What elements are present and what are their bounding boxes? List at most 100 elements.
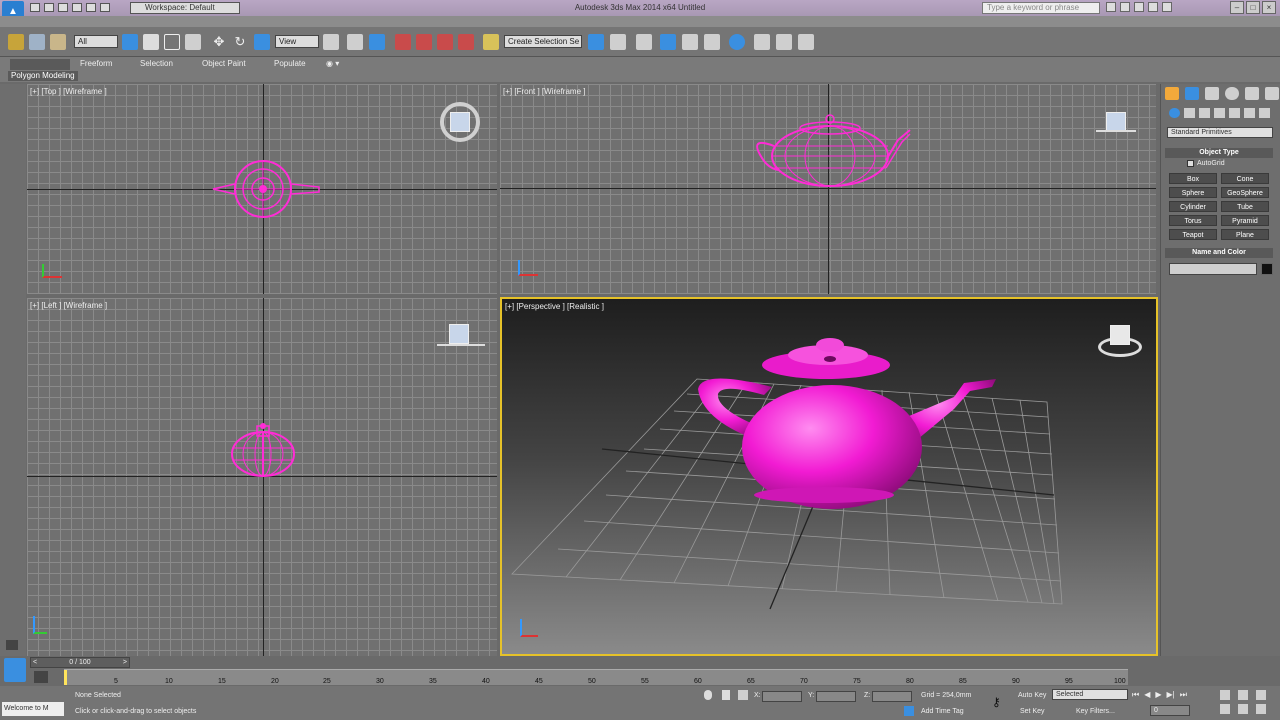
select-manipulate-icon[interactable] <box>347 34 363 50</box>
key-filters-button[interactable]: Key Filters... <box>1076 708 1115 715</box>
mirror-icon[interactable] <box>588 34 604 50</box>
auto-key-button[interactable]: Auto Key <box>1018 692 1046 699</box>
ribbon-tab-populate[interactable]: Populate <box>274 59 306 68</box>
sphere-button[interactable]: Sphere <box>1169 187 1217 198</box>
selection-filter-dropdown[interactable]: All <box>74 35 118 48</box>
viewport-top[interactable]: [+] [Top ] [Wireframe ] <box>27 84 497 294</box>
track-bar[interactable]: 5 10 15 20 25 30 35 40 45 50 55 60 65 70… <box>64 669 1128 685</box>
viewcube-front[interactable] <box>1096 108 1136 138</box>
motion-tab-icon[interactable] <box>1225 87 1239 100</box>
polygon-modeling-panel[interactable]: Polygon Modeling <box>8 71 78 81</box>
maximize-button[interactable]: □ <box>1246 1 1260 14</box>
go-to-start-icon[interactable]: ⏮ <box>1132 690 1139 700</box>
open-file-icon[interactable] <box>44 3 54 12</box>
curve-editor-icon[interactable] <box>682 34 698 50</box>
viewport-front[interactable]: [+] [Front ] [Wireframe ] <box>500 84 1156 294</box>
play-icon[interactable]: ▶ <box>1155 690 1161 700</box>
snaps-toggle-icon[interactable] <box>395 34 411 50</box>
hierarchy-tab-icon[interactable] <box>1205 87 1219 100</box>
object-name-field[interactable] <box>1169 263 1257 275</box>
save-icon[interactable] <box>58 3 68 12</box>
teapot-3d-model[interactable] <box>502 299 1156 654</box>
close-button[interactable]: × <box>1262 1 1276 14</box>
geometry-icon[interactable] <box>1169 108 1180 118</box>
object-color-swatch[interactable] <box>1261 263 1273 275</box>
star-icon[interactable] <box>1148 2 1158 12</box>
ribbon-tab-modeling[interactable] <box>10 59 70 70</box>
select-and-link-icon[interactable] <box>8 34 24 50</box>
display-tab-icon[interactable] <box>1245 87 1259 100</box>
zoom-extents-icon[interactable] <box>1256 690 1266 700</box>
viewport-perspective[interactable]: [+] [Perspective ] [Realistic ] <box>500 297 1158 656</box>
window-crossing-icon[interactable] <box>185 34 201 50</box>
viewcube-perspective[interactable] <box>1096 323 1146 363</box>
edit-named-selection-icon[interactable] <box>483 34 499 50</box>
material-editor-icon[interactable] <box>729 34 745 50</box>
percent-snap-icon[interactable] <box>437 34 453 50</box>
move-icon[interactable]: ✥ <box>211 34 227 50</box>
select-by-name-icon[interactable] <box>143 34 159 50</box>
signin-icon[interactable] <box>1120 2 1130 12</box>
keyboard-shortcut-icon[interactable] <box>369 34 385 50</box>
box-button[interactable]: Box <box>1169 173 1217 184</box>
unlink-icon[interactable] <box>29 34 45 50</box>
ribbon-tab-freeform[interactable]: Freeform <box>80 59 112 68</box>
lights-icon[interactable] <box>1199 108 1210 118</box>
name-and-color-rollout[interactable]: Name and Color <box>1165 248 1273 258</box>
select-object-icon[interactable] <box>122 34 138 50</box>
binoculars-icon[interactable] <box>1106 2 1116 12</box>
isolate-icon[interactable] <box>704 690 712 700</box>
next-frame-icon[interactable]: > <box>123 658 127 667</box>
zoom-all-icon[interactable] <box>1238 690 1248 700</box>
named-selection-sets-dropdown[interactable]: Create Selection Se <box>504 35 582 48</box>
next-frame-button-icon[interactable]: ▶| <box>1167 690 1175 700</box>
prev-frame-icon[interactable]: < <box>33 658 37 667</box>
reference-coordinate-dropdown[interactable]: View <box>275 35 319 48</box>
cylinder-button[interactable]: Cylinder <box>1169 201 1217 212</box>
systems-icon[interactable] <box>1259 108 1270 118</box>
set-key-button[interactable]: Set Key <box>1020 708 1045 715</box>
plane-button[interactable]: Plane <box>1221 229 1269 240</box>
modify-tab-icon[interactable] <box>1185 87 1199 100</box>
tube-button[interactable]: Tube <box>1221 201 1269 212</box>
pyramid-button[interactable]: Pyramid <box>1221 215 1269 226</box>
key-mode-dropdown[interactable]: Selected <box>1052 689 1128 700</box>
shapes-icon[interactable] <box>1184 108 1195 118</box>
utilities-tab-icon[interactable] <box>1265 87 1279 100</box>
create-tab-icon[interactable] <box>1165 87 1179 100</box>
ribbon-tab-selection[interactable]: Selection <box>140 59 173 68</box>
workspace-dropdown[interactable]: Workspace: Default <box>130 2 240 14</box>
rendered-frame-window-icon[interactable] <box>776 34 792 50</box>
render-setup-icon[interactable] <box>754 34 770 50</box>
absolute-mode-icon[interactable] <box>738 690 748 700</box>
spacewarps-icon[interactable] <box>1244 108 1255 118</box>
field-of-view-icon[interactable] <box>1220 704 1230 714</box>
rectangle-selection-icon[interactable] <box>164 34 180 50</box>
torus-button[interactable]: Torus <box>1169 215 1217 226</box>
viewport-left[interactable]: [+] [Left ] [Wireframe ] <box>27 298 497 656</box>
teapot-left-wireframe[interactable] <box>27 298 497 656</box>
pivot-center-icon[interactable] <box>323 34 339 50</box>
search-input[interactable]: Type a keyword or phrase <box>982 2 1100 14</box>
ribbon-tab-object-paint[interactable]: Object Paint <box>202 59 246 68</box>
help-icon[interactable] <box>1162 2 1172 12</box>
cone-button[interactable]: Cone <box>1221 173 1269 184</box>
spinner-snap-icon[interactable] <box>458 34 474 50</box>
schematic-view-icon[interactable] <box>704 34 720 50</box>
track-bar-menu-icon[interactable] <box>34 671 48 683</box>
angle-snap-icon[interactable] <box>416 34 432 50</box>
time-marker[interactable] <box>64 670 67 685</box>
y-coordinate-field[interactable] <box>816 691 856 702</box>
ribbon-options-icon[interactable]: ◉ ▾ <box>326 59 339 68</box>
go-to-end-icon[interactable]: ⏭ <box>1180 690 1187 700</box>
previous-frame-icon[interactable]: ◀ <box>1144 690 1150 700</box>
add-time-tag-icon[interactable] <box>904 706 914 716</box>
viewcube-left[interactable] <box>437 324 485 352</box>
viewport-layout-icon[interactable] <box>4 658 26 682</box>
maxscript-listener[interactable]: Welcome to M <box>2 702 64 716</box>
time-slider[interactable]: < 0 / 100 > <box>30 657 130 668</box>
teapot-front-wireframe[interactable] <box>500 84 1156 294</box>
x-coordinate-field[interactable] <box>762 691 802 702</box>
undo-icon[interactable] <box>72 3 82 12</box>
project-folder-icon[interactable] <box>100 3 110 12</box>
